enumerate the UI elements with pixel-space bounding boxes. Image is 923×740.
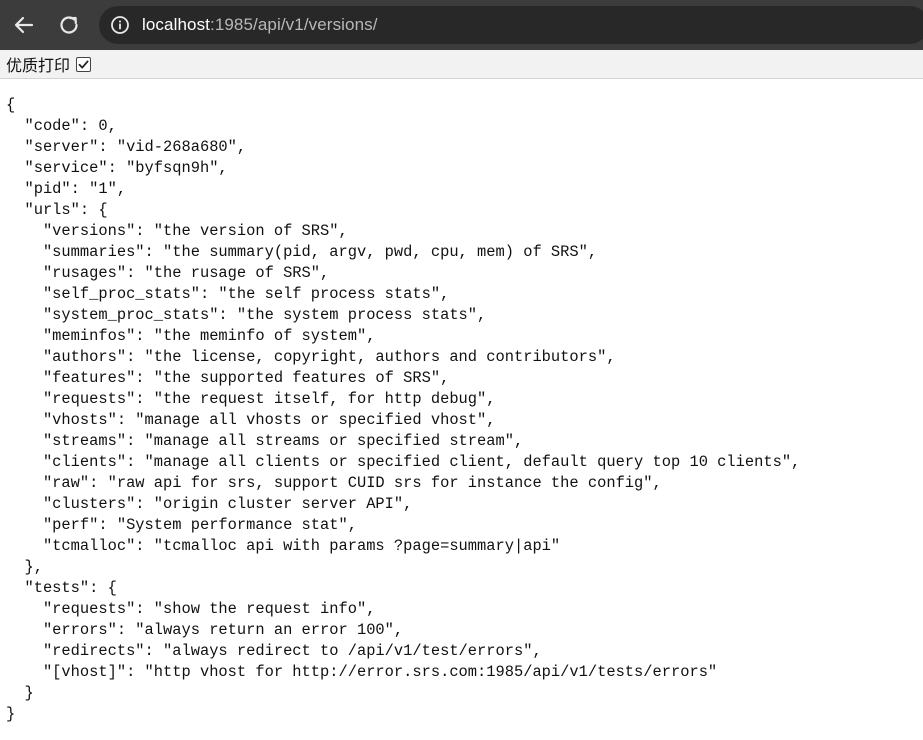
json-line: "vhosts": "manage all vhosts or specifie… xyxy=(6,411,496,429)
json-line: } xyxy=(6,705,16,723)
pretty-print-label: 优质打印 xyxy=(6,56,71,75)
back-button[interactable] xyxy=(9,10,39,40)
json-line: }, xyxy=(6,558,43,576)
checkmark-icon xyxy=(78,60,89,68)
json-line: "clusters": "origin cluster server API", xyxy=(6,495,413,513)
json-line: } xyxy=(6,684,34,702)
json-line: "clients": "manage all clients or specif… xyxy=(6,453,801,471)
json-line: "server": "vid-268a680", xyxy=(6,138,247,156)
json-line: "system_proc_stats": "the system process… xyxy=(6,306,487,324)
json-line: "rusages": "the rusage of SRS", xyxy=(6,264,330,282)
json-line: "streams": "manage all streams or specif… xyxy=(6,432,524,450)
json-response-body: { "code": 0, "server": "vid-268a680", "s… xyxy=(6,95,800,725)
address-bar[interactable]: localhost:1985/api/v1/versions/ xyxy=(99,6,923,44)
pretty-print-bar: 优质打印 xyxy=(0,50,923,79)
json-line: "versions": "the version of SRS", xyxy=(6,222,348,240)
url-text[interactable]: localhost:1985/api/v1/versions/ xyxy=(142,15,378,35)
json-line: "errors": "always return an error 100", xyxy=(6,621,404,639)
json-line: "[vhost]": "http vhost for http://error.… xyxy=(6,663,718,681)
json-line: "service": "byfsqn9h", xyxy=(6,159,228,177)
json-line: "perf": "System performance stat", xyxy=(6,516,357,534)
json-line: "summaries": "the summary(pid, argv, pwd… xyxy=(6,243,598,261)
json-line: "requests": "show the request info", xyxy=(6,600,376,618)
json-line: "features": "the supported features of S… xyxy=(6,369,450,387)
json-line: "pid": "1", xyxy=(6,180,127,198)
json-line: "authors": "the license, copyright, auth… xyxy=(6,348,616,366)
browser-toolbar: localhost:1985/api/v1/versions/ xyxy=(0,0,923,50)
info-icon[interactable] xyxy=(109,14,131,36)
json-line: "raw": "raw api for srs, support CUID sr… xyxy=(6,474,662,492)
url-path: :1985/api/v1/versions/ xyxy=(210,15,378,34)
json-line: "redirects": "always redirect to /api/v1… xyxy=(6,642,542,660)
arrow-left-icon xyxy=(14,16,34,34)
json-line: "tests": { xyxy=(6,579,117,597)
url-host: localhost xyxy=(142,15,210,34)
json-line: { xyxy=(6,96,16,114)
json-line: "urls": { xyxy=(6,201,108,219)
reload-button[interactable] xyxy=(54,10,84,40)
json-line: "requests": "the request itself, for htt… xyxy=(6,390,496,408)
json-line: "tcmalloc": "tcmalloc api with params ?p… xyxy=(6,537,561,555)
json-line: "meminfos": "the meminfo of system", xyxy=(6,327,376,345)
json-line: "code": 0, xyxy=(6,117,117,135)
json-line: "self_proc_stats": "the self process sta… xyxy=(6,285,450,303)
reload-icon xyxy=(60,16,78,34)
pretty-print-checkbox[interactable] xyxy=(76,56,92,72)
